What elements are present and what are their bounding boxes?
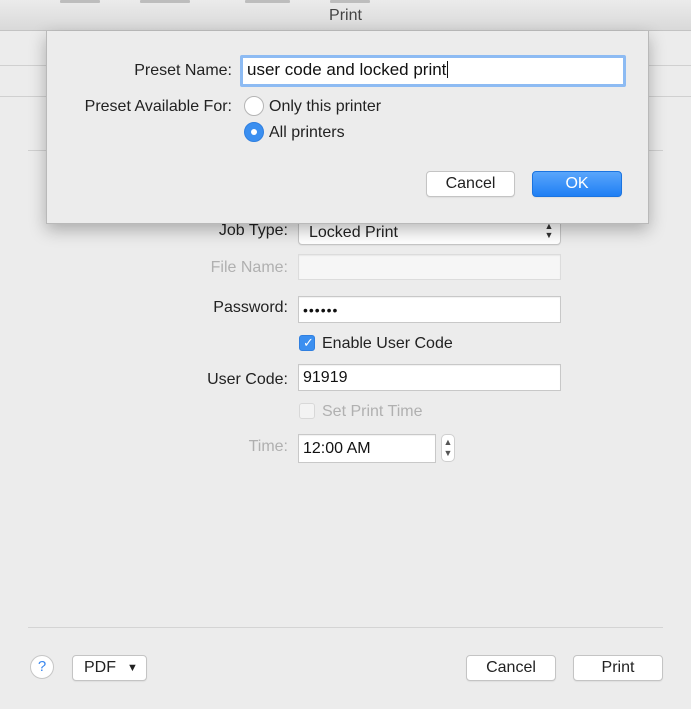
background-tab-fragment <box>140 0 190 3</box>
time-label: Time: <box>248 438 288 455</box>
user-code-field[interactable]: 91919 <box>298 364 561 391</box>
pdf-menu-button[interactable]: PDF ▼ <box>72 655 147 681</box>
checkmark-icon: ✓ <box>303 335 314 350</box>
background-divider <box>0 96 46 97</box>
preset-name-field[interactable]: user code and locked print <box>240 55 626 87</box>
chevron-updown-icon: ▲ ▼ <box>544 221 554 240</box>
time-field[interactable]: 12:00 AM <box>298 434 436 463</box>
radio-all-printers[interactable] <box>244 122 264 142</box>
background-divider <box>649 65 691 66</box>
preset-name-label: Preset Name: <box>134 62 232 79</box>
password-label: Password: <box>213 299 288 316</box>
chevron-up-icon: ▲ <box>443 437 453 447</box>
help-button[interactable]: ? <box>30 655 54 679</box>
background-tab-fragment <box>330 0 370 3</box>
background-divider <box>649 150 663 151</box>
preset-cancel-button[interactable]: Cancel <box>426 171 515 197</box>
user-code-label: User Code: <box>207 371 288 388</box>
radio-selected-dot <box>251 129 257 135</box>
job-type-label: Job Type: <box>218 222 288 239</box>
background-divider <box>649 96 691 97</box>
job-type-value: Locked Print <box>309 224 398 241</box>
pdf-label: PDF <box>84 659 116 676</box>
print-button[interactable]: Print <box>573 655 663 681</box>
set-print-time-checkbox[interactable] <box>299 403 315 419</box>
background-tab-fragment <box>245 0 290 3</box>
enable-user-code-checkbox[interactable]: ✓ <box>299 335 315 351</box>
preset-ok-button[interactable]: OK <box>532 171 622 197</box>
text-cursor <box>447 61 449 78</box>
preset-name-value: user code and locked print <box>247 60 447 79</box>
enable-user-code-label: Enable User Code <box>322 335 453 352</box>
footer-separator <box>28 627 663 628</box>
file-name-field[interactable] <box>298 254 561 280</box>
set-print-time-label: Set Print Time <box>322 403 423 420</box>
password-field[interactable]: •••••• <box>298 296 561 323</box>
save-preset-sheet: Preset Name: user code and locked print … <box>46 31 649 224</box>
background-tab-fragment <box>60 0 100 3</box>
time-stepper[interactable]: ▲ ▼ <box>441 434 455 462</box>
radio-only-this-printer-label: Only this printer <box>269 98 382 115</box>
background-divider <box>28 150 46 151</box>
cancel-button[interactable]: Cancel <box>466 655 556 681</box>
radio-all-printers-label: All printers <box>269 124 345 141</box>
window-title: Print <box>329 7 362 24</box>
chevron-down-icon: ▼ <box>127 662 138 674</box>
file-name-label: File Name: <box>210 259 288 276</box>
background-divider <box>0 65 46 66</box>
preset-available-label: Preset Available For: <box>84 98 232 115</box>
chevron-down-icon: ▼ <box>443 448 453 458</box>
radio-only-this-printer[interactable] <box>244 96 264 116</box>
